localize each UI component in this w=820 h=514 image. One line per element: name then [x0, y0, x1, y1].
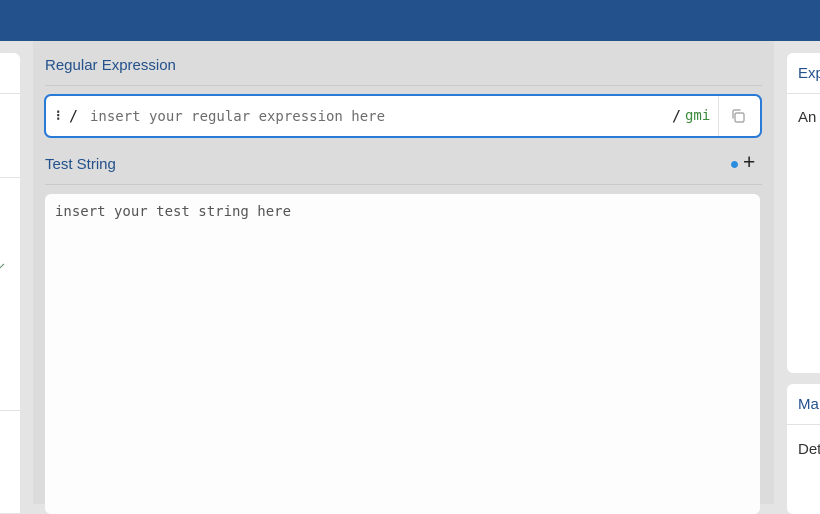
left-sidebar-panel — [0, 53, 20, 513]
chevron-icon — [0, 263, 11, 276]
test-string-input[interactable] — [45, 194, 760, 514]
test-string-editor — [45, 194, 760, 514]
regex-section-title: Regular Expression — [45, 57, 176, 74]
app-header — [0, 0, 820, 41]
match-info-body: Det — [798, 441, 820, 458]
panel-divider — [787, 424, 820, 425]
editor-column: Regular Expression ⁝ / / gmi Test String… — [33, 41, 774, 514]
test-string-section-title: Test String — [45, 156, 116, 173]
match-info-title: Ma — [798, 396, 819, 413]
explanation-panel: Exp An — [787, 53, 820, 373]
copy-icon[interactable] — [728, 106, 748, 126]
section-divider — [45, 85, 762, 86]
match-info-panel: Ma Det — [787, 384, 820, 514]
regex-delimiter-open: / — [69, 107, 79, 125]
regex-editor: ⁝ / / gmi — [44, 94, 762, 138]
explanation-title: Exp — [798, 65, 820, 82]
regex-delimiter-close: / — [672, 107, 682, 125]
explanation-body: An — [798, 109, 817, 126]
copy-separator — [718, 96, 719, 136]
left-divider — [0, 410, 20, 411]
left-divider — [0, 93, 20, 94]
status-dot — [731, 161, 738, 168]
regex-input[interactable] — [88, 105, 672, 129]
drag-handle-icon[interactable]: ⁝ — [56, 108, 61, 124]
regex-flags-button[interactable]: gmi — [685, 108, 710, 124]
panel-divider — [787, 93, 820, 94]
section-divider — [45, 184, 762, 185]
plus-icon[interactable]: + — [743, 152, 755, 174]
left-divider — [0, 177, 20, 178]
